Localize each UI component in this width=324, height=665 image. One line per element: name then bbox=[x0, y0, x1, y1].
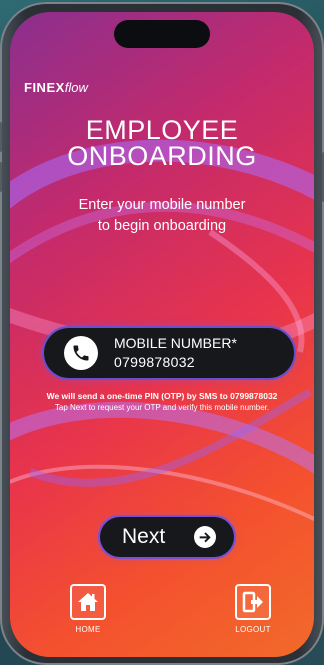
page-title-line1: EMPLOYEE bbox=[85, 115, 239, 145]
next-button-label: Next bbox=[122, 525, 166, 548]
subtitle-line2: to begin onboarding bbox=[97, 218, 227, 234]
nav-logout[interactable]: LOGOUT bbox=[223, 584, 283, 634]
nav-home[interactable]: HOME bbox=[58, 584, 118, 634]
volume-up-button bbox=[0, 122, 2, 152]
subtitle-line1: Enter your mobile number bbox=[78, 197, 246, 213]
camera-notch bbox=[114, 20, 210, 48]
phone-icon bbox=[64, 336, 98, 370]
nav-logout-label: LOGOUT bbox=[235, 625, 271, 634]
brand-logo: FINEXflow bbox=[24, 80, 88, 95]
home-icon bbox=[70, 584, 106, 620]
logo-main: FINEX bbox=[24, 80, 65, 95]
arrow-right-icon bbox=[194, 526, 216, 548]
otp-instruction: Tap Next to request your OTP and verify … bbox=[54, 403, 270, 412]
logout-icon bbox=[235, 584, 271, 620]
mobile-number-value[interactable]: 0799878032 bbox=[114, 354, 195, 370]
volume-down-button bbox=[0, 162, 2, 192]
page-title-line2: ONBOARDING bbox=[67, 141, 257, 171]
logo-suffix: flow bbox=[64, 80, 88, 95]
mobile-number-label: MOBILE NUMBER* bbox=[114, 335, 237, 351]
phone-frame: FINEXflow EMPLOYEE ONBOARDING Enter your… bbox=[0, 2, 324, 665]
next-button[interactable]: Next bbox=[100, 517, 234, 557]
nav-home-label: HOME bbox=[75, 625, 101, 634]
otp-notice: We will send a one-time PIN (OTP) by SMS… bbox=[46, 391, 278, 401]
app-screen: FINEXflow EMPLOYEE ONBOARDING Enter your… bbox=[10, 12, 314, 657]
mobile-number-field[interactable]: MOBILE NUMBER* 0799878032 bbox=[44, 328, 294, 378]
